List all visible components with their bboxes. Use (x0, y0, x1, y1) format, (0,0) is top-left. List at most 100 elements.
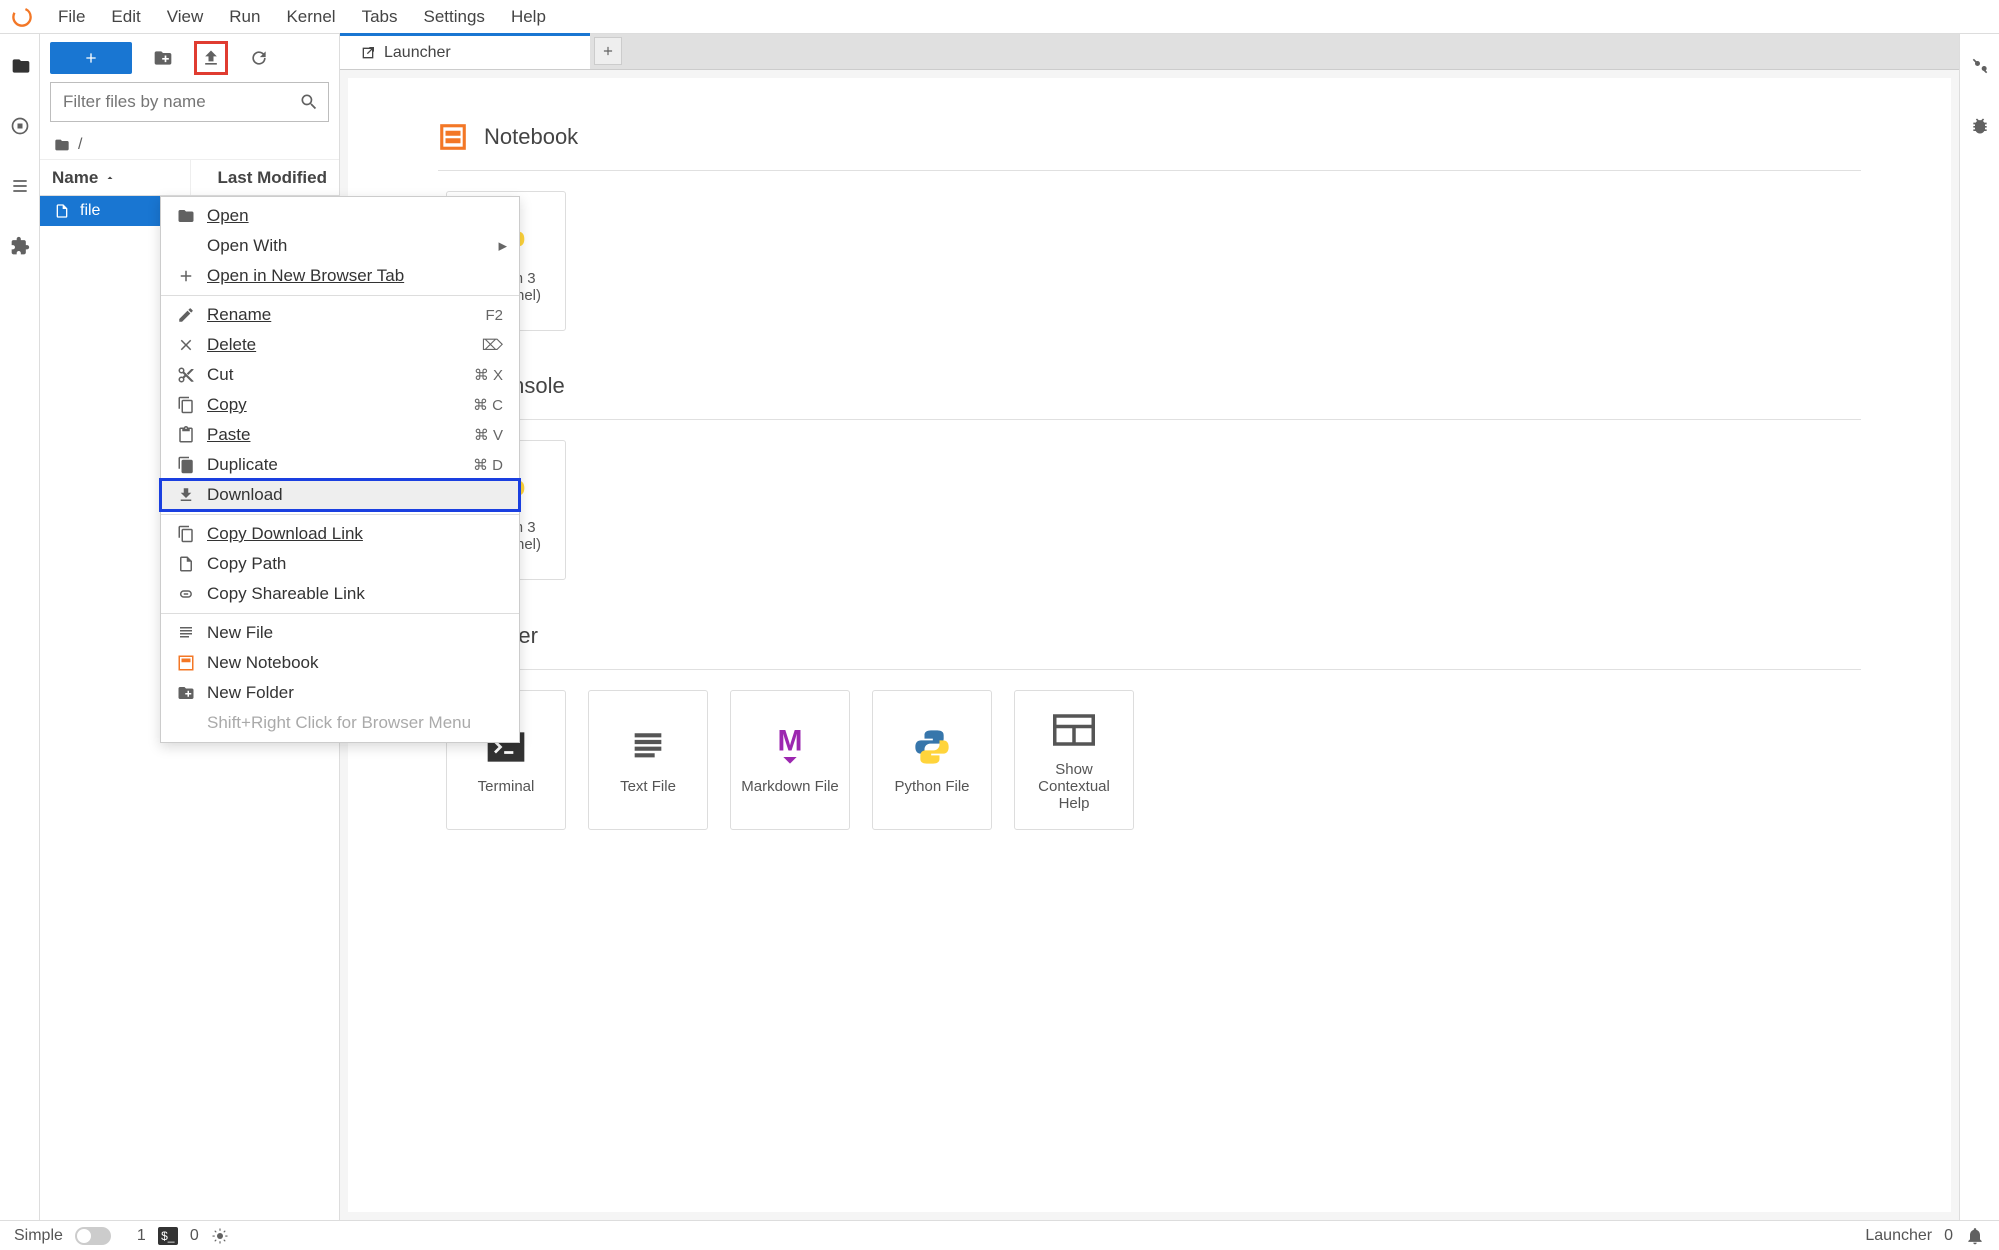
status-right-count: 0 (1944, 1227, 1953, 1245)
tab-launcher[interactable]: Launcher (340, 33, 590, 69)
menu-kernel[interactable]: Kernel (274, 1, 347, 33)
ctx-rename[interactable]: Rename F2 (161, 300, 519, 330)
card-markdown-file[interactable]: M Markdown File (730, 690, 850, 830)
launcher-panel: Notebook Python 3 (ipykernel) Console (348, 78, 1951, 1212)
col-modified[interactable]: Last Modified (190, 160, 339, 195)
file-list-header: Name Last Modified (40, 160, 339, 196)
section-title: Notebook (484, 124, 578, 150)
file-icon (54, 203, 70, 219)
link-icon (177, 585, 195, 603)
svg-text:M: M (778, 727, 803, 757)
statusbar: Simple 1 $_ 0 Launcher 0 (0, 1220, 1999, 1250)
right-rail (1959, 34, 1999, 1220)
simple-label: Simple (14, 1227, 63, 1245)
jupyter-logo-icon (8, 3, 36, 31)
copy-icon (177, 525, 195, 543)
breadcrumb[interactable]: / (40, 130, 339, 160)
left-rail (0, 34, 40, 1220)
menu-edit[interactable]: Edit (99, 1, 152, 33)
card-label: Python File (894, 778, 969, 795)
context-menu: Open Open With ▸ Open in New Browser Tab… (160, 196, 520, 743)
bell-icon[interactable] (1965, 1226, 1985, 1246)
rail-running[interactable] (0, 108, 40, 144)
pencil-icon (177, 306, 195, 324)
chevron-right-icon: ▸ (498, 236, 507, 256)
section-head-notebook: Notebook (438, 122, 1861, 152)
card-label: Markdown File (741, 778, 839, 795)
ctx-new-folder[interactable]: New Folder (161, 678, 519, 708)
filter-input[interactable] (50, 82, 329, 122)
new-folder-button[interactable] (146, 41, 180, 75)
new-launcher-button[interactable] (50, 42, 132, 74)
folder-icon (177, 207, 195, 225)
menu-tabs[interactable]: Tabs (350, 1, 410, 33)
scissors-icon (177, 366, 195, 384)
filter-files (50, 82, 329, 122)
duplicate-icon (177, 456, 195, 474)
download-icon (177, 486, 195, 504)
ctx-paste[interactable]: Paste ⌘ V (161, 420, 519, 450)
paste-icon (177, 426, 195, 444)
menu-view[interactable]: View (155, 1, 216, 33)
ctx-copy[interactable]: Copy ⌘ C (161, 390, 519, 420)
file-name: file (80, 202, 100, 220)
delete-shortcut-icon: ⌦ (482, 336, 503, 354)
upload-button[interactable] (194, 41, 228, 75)
ctx-copy-download-link[interactable]: Copy Download Link (161, 519, 519, 549)
file-icon (177, 555, 195, 573)
section-head-console: Console (438, 371, 1861, 401)
card-python-file[interactable]: Python File (872, 690, 992, 830)
kernels-count[interactable]: 0 (190, 1227, 199, 1245)
ctx-copy-path[interactable]: Copy Path (161, 549, 519, 579)
plus-icon (177, 267, 195, 285)
terminals-count[interactable]: 1 (137, 1227, 146, 1245)
menu-help[interactable]: Help (499, 1, 558, 33)
text-icon (177, 624, 195, 642)
card-contextual-help[interactable]: Show Contextual Help (1014, 690, 1134, 830)
new-tab-button[interactable] (594, 37, 622, 65)
rail-extensions[interactable] (0, 228, 40, 264)
ctx-cut[interactable]: Cut ⌘ X (161, 360, 519, 390)
ctx-open[interactable]: Open (161, 201, 519, 231)
card-text-file[interactable]: Text File (588, 690, 708, 830)
card-label: Show Contextual Help (1038, 761, 1110, 812)
ctx-new-notebook[interactable]: New Notebook (161, 648, 519, 678)
tab-label: Launcher (384, 44, 451, 62)
simple-toggle[interactable] (75, 1227, 111, 1245)
divider (161, 613, 519, 614)
divider (438, 170, 1861, 171)
text-icon (628, 726, 668, 768)
rail-property-inspector[interactable] (1960, 48, 1999, 84)
refresh-button[interactable] (242, 41, 276, 75)
ctx-copy-shareable-link[interactable]: Copy Shareable Link (161, 579, 519, 609)
card-label: Terminal (478, 778, 535, 795)
divider (438, 419, 1861, 420)
file-browser-toolbar (40, 34, 339, 82)
divider (438, 669, 1861, 670)
divider (161, 514, 519, 515)
col-name-label: Name (52, 168, 98, 188)
menu-settings[interactable]: Settings (412, 1, 497, 33)
close-icon (177, 336, 195, 354)
folder-icon (54, 137, 70, 153)
rail-toc[interactable] (0, 168, 40, 204)
menu-file[interactable]: File (46, 1, 97, 33)
rail-file-browser[interactable] (0, 48, 40, 84)
python-icon (912, 726, 952, 768)
ctx-open-new-tab[interactable]: Open in New Browser Tab (161, 261, 519, 291)
menubar: File Edit View Run Kernel Tabs Settings … (0, 0, 1999, 34)
search-icon (299, 92, 319, 112)
card-label: Text File (620, 778, 676, 795)
ctx-duplicate[interactable]: Duplicate ⌘ D (161, 450, 519, 480)
ctx-new-file[interactable]: New File (161, 618, 519, 648)
ctx-delete[interactable]: Delete ⌦ (161, 330, 519, 360)
launcher-icon (360, 45, 376, 61)
menu-run[interactable]: Run (217, 1, 272, 33)
col-name[interactable]: Name (40, 168, 190, 188)
breadcrumb-root: / (78, 136, 82, 154)
ctx-download[interactable]: Download (161, 480, 519, 510)
rail-debugger[interactable] (1960, 108, 1999, 144)
ctx-open-with[interactable]: Open With ▸ (161, 231, 519, 261)
kernel-icon (211, 1227, 229, 1245)
section-head-other: $_ Other (438, 620, 1861, 651)
